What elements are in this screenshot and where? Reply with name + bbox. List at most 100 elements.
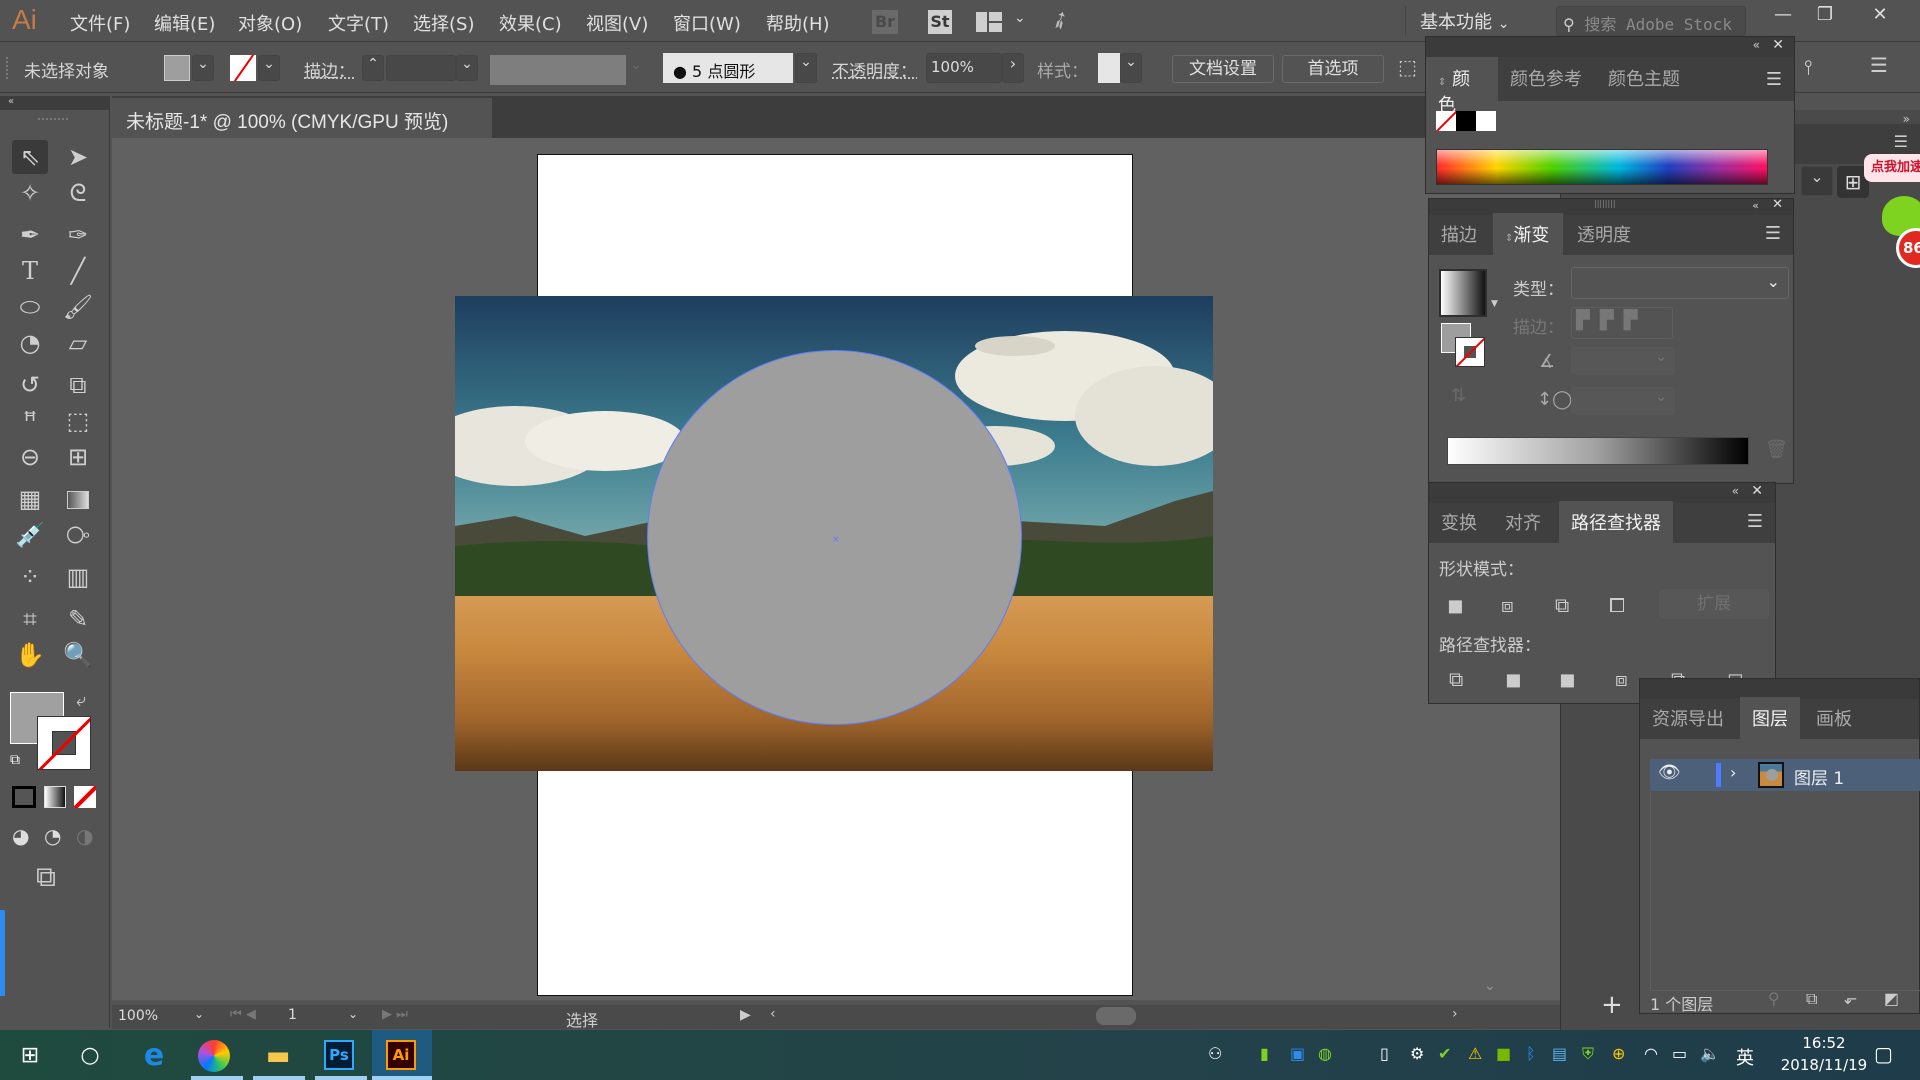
eyedropper-tool-icon[interactable]: 💉 (12, 518, 48, 552)
minus-front-icon[interactable]: ⧈ (1501, 593, 1514, 617)
gradient-mode-button[interactable] (44, 786, 66, 808)
color-mode-button[interactable] (12, 786, 36, 808)
printer-check-icon[interactable]: ✔ (1438, 1044, 1451, 1063)
chevron-down-icon[interactable]: ⌄ (194, 1007, 204, 1021)
menu-type[interactable]: 文字(T) (328, 10, 389, 36)
ime-indicator[interactable]: 英 (1736, 1044, 1754, 1070)
expand-button[interactable]: 扩展 (1659, 589, 1769, 619)
canvas[interactable]: × ⌄ (112, 138, 1562, 1000)
network-tool-icon[interactable]: ▤ (1552, 1044, 1567, 1063)
stock-search-input[interactable]: ⚲ 搜索 Adobe Stock (1556, 6, 1746, 36)
chevron-down-icon[interactable]: ⌄ (456, 55, 478, 81)
grip-handle[interactable] (6, 57, 10, 79)
white-swatch[interactable] (1476, 111, 1496, 131)
clock-time[interactable]: 16:52 (1784, 1034, 1864, 1052)
symbol-sprayer-tool-icon[interactable]: ⁘ (12, 560, 48, 594)
stock-button[interactable]: St (928, 10, 952, 34)
draw-behind-icon[interactable]: ◔ (44, 824, 61, 848)
minimize-button[interactable]: — (1763, 4, 1803, 26)
scale-tool-icon[interactable]: ⧉ (60, 368, 96, 402)
gradient-tool-icon[interactable] (60, 482, 96, 516)
menu-effect[interactable]: 效果(C) (499, 10, 562, 36)
file-explorer-icon[interactable]: ▬ (260, 1038, 296, 1074)
gradient-slider[interactable] (1447, 437, 1749, 465)
tab-asset-export[interactable]: 资源导出 (1640, 697, 1736, 739)
sync-icon[interactable]: ▣ (1290, 1044, 1305, 1063)
eye-visibility-icon[interactable]: 👁 (1658, 762, 1681, 783)
gpu-rocket-icon[interactable]: ➶ (1044, 3, 1075, 37)
usb-tool-icon[interactable]: ▮ (1260, 1044, 1269, 1063)
eraser-tool-icon[interactable]: ▱ (60, 326, 96, 360)
nvidia-icon[interactable]: ■ (1496, 1044, 1511, 1063)
battery-icon[interactable]: ▭ (1672, 1044, 1687, 1063)
wechat-icon[interactable]: ◍ (1318, 1044, 1332, 1063)
gradient-type-select[interactable]: ⌄ (1571, 267, 1789, 299)
aspect-ratio-input[interactable]: ⌄ (1571, 387, 1675, 415)
gradient-thumbnail[interactable] (1439, 269, 1487, 317)
tab-transform[interactable]: 变换 (1429, 501, 1489, 543)
chevron-down-icon[interactable]: ⌄ (258, 55, 280, 81)
divide-icon[interactable]: ⧉ (1449, 667, 1463, 691)
color-spectrum[interactable] (1436, 149, 1768, 185)
device-settings-icon[interactable]: ⚙ (1410, 1044, 1424, 1063)
status-menu-arrow-icon[interactable]: ▶ (740, 1007, 751, 1023)
volume-icon[interactable]: 🔈 (1700, 1044, 1720, 1063)
merge-icon[interactable]: ◼ (1559, 667, 1576, 691)
variable-width-profile[interactable] (490, 55, 626, 85)
stroke-gradient-options[interactable]: ▛▛▛ (1571, 307, 1673, 339)
fill-swatch[interactable] (164, 55, 190, 81)
angle-input[interactable]: ⌄ (1571, 347, 1675, 375)
shield-icon[interactable]: ⛨ (1582, 1044, 1594, 1064)
tab-layers[interactable]: 图层 (1740, 697, 1800, 739)
none-mode-button[interactable] (74, 786, 96, 808)
document-setup-button[interactable]: 文档设置 (1172, 55, 1274, 83)
menu-select[interactable]: 选择(S) (413, 10, 474, 36)
change-screen-mode-icon[interactable]: ⧉ (36, 860, 56, 894)
scroll-left-icon[interactable]: ‹ (770, 1006, 776, 1022)
ellipse-tool-icon[interactable]: ⬭ (12, 290, 48, 324)
tab-transparency[interactable]: 透明度 (1565, 213, 1643, 255)
collapse-panel-icon[interactable]: « (1732, 484, 1739, 498)
tab-align[interactable]: 对齐 (1493, 501, 1553, 543)
selection-tool-icon[interactable]: ⇖ (12, 140, 48, 174)
mesh-tool-icon[interactable]: ▦ (12, 482, 48, 516)
workspace-switcher[interactable]: 基本功能 ⌄ (1420, 8, 1509, 34)
first-artboard-icon[interactable]: ⏮ ◀ (230, 1007, 256, 1022)
create-sublayer-icon[interactable]: ⬐ (1844, 989, 1857, 1008)
trim-icon[interactable]: ◼ (1505, 667, 1522, 691)
create-layer-icon[interactable]: ◩ (1884, 989, 1899, 1008)
hand-tool-icon[interactable]: ✋ (12, 638, 48, 672)
gradient-presets-dropdown-icon[interactable]: ▼ (1491, 299, 1498, 309)
security-warning-icon[interactable]: ⚠ (1468, 1044, 1482, 1063)
cortana-search-icon[interactable]: ○ (72, 1038, 108, 1074)
menu-view[interactable]: 视图(V) (586, 10, 648, 36)
horizontal-scrollbar-thumb[interactable] (1096, 1007, 1136, 1025)
rotate-tool-icon[interactable]: ↺ (12, 368, 48, 402)
bluetooth-icon[interactable]: ᛒ (1526, 1044, 1536, 1063)
add-icon[interactable]: + (1601, 990, 1623, 1020)
tab-color-guide[interactable]: 颜色参考 (1498, 57, 1594, 99)
panel-menu-icon[interactable]: ☰ (1766, 69, 1782, 90)
tab-stroke[interactable]: 描边 (1429, 213, 1489, 255)
intersect-icon[interactable]: ⧉ (1555, 593, 1569, 617)
arrange-documents-icon[interactable] (976, 12, 1002, 32)
grip-handle[interactable]: |||||||| (1594, 199, 1616, 208)
menu-object[interactable]: 对象(O) (238, 10, 302, 36)
chevron-down-icon[interactable]: ⌄ (1801, 166, 1833, 196)
panel-menu-icon[interactable]: ☰ (1747, 511, 1763, 532)
paintbrush-tool-icon[interactable]: 🖌 (60, 290, 96, 324)
layer-name[interactable]: 图层 1 (1794, 764, 1844, 789)
scroll-right-icon[interactable]: › (1452, 1006, 1458, 1022)
zoom-tool-icon[interactable]: 🔍 (60, 638, 96, 672)
make-clipping-mask-icon[interactable]: ⧉ (1806, 989, 1817, 1009)
type-tool-icon[interactable]: T (12, 254, 48, 288)
crop-icon[interactable]: ⧈ (1615, 667, 1628, 691)
chevron-right-icon[interactable]: › (1002, 53, 1024, 83)
tab-gradient[interactable]: ⇕渐变 (1493, 213, 1563, 255)
grip-handle[interactable] (38, 118, 68, 122)
locate-object-icon[interactable]: ⚲ (1768, 989, 1780, 1008)
panel-header[interactable] (1640, 679, 1919, 699)
close-window-button[interactable]: ✕ (1860, 4, 1900, 26)
chevron-down-icon[interactable]: ⌄ (795, 53, 817, 83)
gradient-stroke-swatch[interactable] (1455, 337, 1485, 367)
